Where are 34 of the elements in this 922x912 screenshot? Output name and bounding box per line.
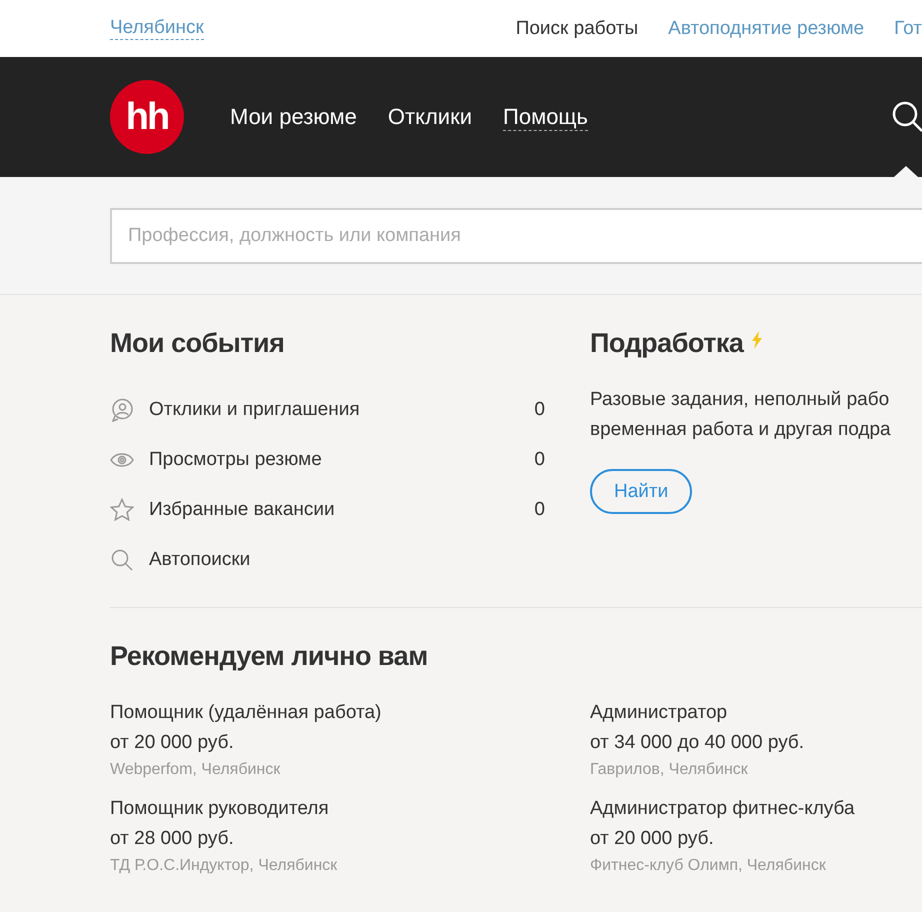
nav-link[interactable]: Мои резюме bbox=[230, 104, 357, 130]
description-text: Разовые задания, неполный рабо временная работа и другая подра bbox=[590, 388, 891, 442]
lightning-icon bbox=[751, 331, 764, 349]
vacancy-company: ТД Р.О.С.Индуктор, Челябинск bbox=[110, 856, 338, 876]
section-title: Мои события bbox=[110, 328, 286, 359]
eye-icon bbox=[110, 452, 134, 468]
section-title: Подработка bbox=[590, 328, 744, 359]
event-count: 0 bbox=[534, 499, 545, 521]
vacancy-company: Фитнес-клуб Олимп, Челябинск bbox=[590, 856, 827, 876]
vacancy-company: Гаврилов, Челябинск bbox=[590, 760, 749, 780]
section-title: Рекомендуем лично вам bbox=[110, 641, 429, 672]
event-count: 0 bbox=[534, 399, 545, 421]
search-field[interactable]: Профессия, должность или компания bbox=[110, 208, 922, 264]
vacancy-salary: от 20 000 руб. bbox=[110, 731, 235, 755]
search-icon bbox=[110, 549, 134, 571]
event-link[interactable]: Избранные вакансии bbox=[149, 499, 335, 521]
vacancy-salary: от 28 000 руб. bbox=[110, 827, 235, 851]
top-nav-link[interactable]: Поиск работы bbox=[516, 18, 638, 40]
event-link[interactable]: Отклики и приглашения bbox=[149, 399, 360, 421]
star-icon bbox=[110, 498, 134, 522]
event-link[interactable]: Автопоиски bbox=[149, 549, 250, 571]
logo[interactable]: hh bbox=[110, 80, 184, 154]
vacancy-title[interactable]: Администратор фитнес-клуба bbox=[590, 794, 922, 824]
event-link[interactable]: Просмотры резюме bbox=[149, 449, 322, 471]
vacancy-company: Webperfom, Челябинск bbox=[110, 760, 282, 780]
vacancy-title[interactable]: Помощник руководителя bbox=[110, 794, 590, 824]
person-bubble-icon bbox=[110, 398, 134, 422]
vacancy-salary: от 34 000 до 40 000 руб. bbox=[590, 731, 806, 755]
event-count: 0 bbox=[534, 449, 545, 471]
nav-link[interactable]: Отклики bbox=[388, 104, 472, 130]
vacancy-salary: от 20 000 руб. bbox=[590, 827, 715, 851]
vacancy-title[interactable]: Помощник (удалённая работа) bbox=[110, 698, 590, 728]
vacancy-title[interactable]: Администратор bbox=[590, 698, 922, 728]
search-icon[interactable] bbox=[892, 101, 922, 133]
